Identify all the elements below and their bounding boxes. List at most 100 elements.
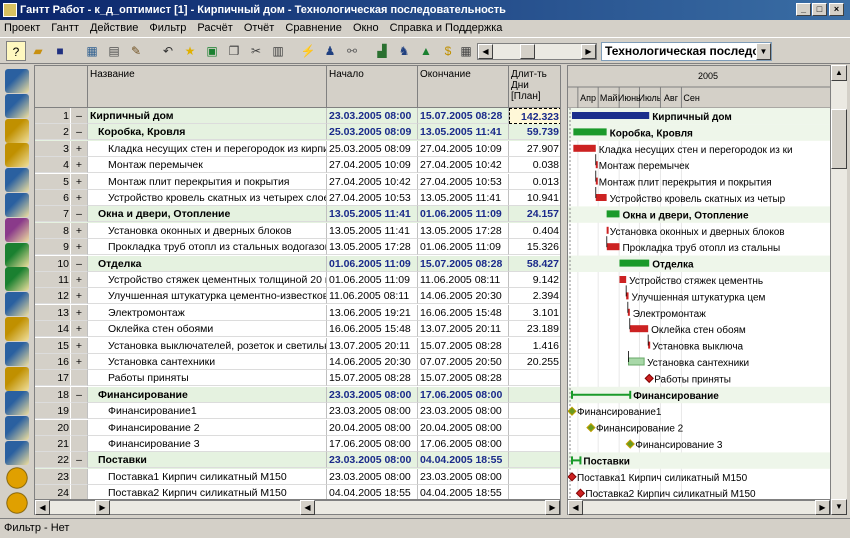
- table-row[interactable]: 4 + Монтаж перемычек 27.04.2005 10:09 27.04.…: [35, 157, 560, 174]
- search-resource-icon[interactable]: [5, 341, 29, 366]
- scroll-right-icon[interactable]: ▶: [95, 500, 110, 515]
- scroll-left-icon[interactable]: ◀: [300, 500, 315, 515]
- scroll-right-icon[interactable]: ▶: [581, 44, 596, 59]
- column-header-name[interactable]: Название: [88, 66, 327, 108]
- table-row[interactable]: 3 + Кладка несущих стен и перегородок из к…: [35, 140, 560, 157]
- row-expander[interactable]: +: [70, 222, 88, 239]
- scroll-left-icon[interactable]: ◀: [568, 500, 583, 515]
- table-row[interactable]: 5 + Монтаж плит перекрытия и покрытия 27.04…: [35, 173, 560, 190]
- row-expander[interactable]: [70, 436, 88, 452]
- unlink-icon[interactable]: ⚯: [342, 41, 362, 61]
- scroll-left-icon[interactable]: ◀: [35, 500, 50, 515]
- resource-tree-icon[interactable]: [5, 93, 29, 118]
- menu-compare[interactable]: Сравнение: [281, 20, 346, 37]
- save-icon[interactable]: ■: [50, 41, 70, 61]
- table-row[interactable]: 7– Окна и двери, Отопление 13.05.2005 11:4…: [35, 206, 560, 223]
- copy-icon[interactable]: ❐: [224, 41, 244, 61]
- print-icon[interactable]: ▤: [104, 41, 124, 61]
- row-expander[interactable]: –: [70, 386, 88, 403]
- people-icon[interactable]: [5, 168, 29, 193]
- table-row[interactable]: 6 + Устройство кровель скатных из четырех …: [35, 190, 560, 206]
- table-row[interactable]: 19 Финансирование1 23.03.2005 08:00 23.03.2…: [35, 403, 560, 420]
- gantt-horizontal-scrollbar[interactable]: ◀ ▶: [567, 500, 831, 515]
- layers-icon[interactable]: [5, 317, 29, 341]
- gantt-view-icon[interactable]: [5, 69, 29, 93]
- row-expander[interactable]: +: [70, 337, 88, 354]
- row-expander[interactable]: +: [70, 272, 88, 288]
- menu-window[interactable]: Окно: [349, 20, 383, 37]
- row-expander[interactable]: –: [70, 452, 88, 469]
- row-expander[interactable]: +: [70, 173, 88, 190]
- row-expander[interactable]: +: [70, 140, 88, 157]
- menu-action[interactable]: Действие: [86, 20, 142, 37]
- scroll-thumb[interactable]: [520, 44, 535, 59]
- resource-icon[interactable]: ♟: [320, 41, 340, 61]
- row-expander[interactable]: –: [70, 124, 88, 141]
- view-select[interactable]: Технологическая последо ▼: [601, 42, 772, 61]
- task-edit-icon[interactable]: [5, 118, 29, 143]
- table-row[interactable]: 22– Поставки 23.03.2005 08:00 04.04.2005 18…: [35, 452, 560, 469]
- row-expander[interactable]: +: [70, 354, 88, 370]
- row-expander[interactable]: [70, 419, 88, 436]
- vertical-scrollbar[interactable]: ▲ ▼: [831, 65, 847, 515]
- row-expander[interactable]: –: [70, 206, 88, 223]
- paste-icon[interactable]: ▥: [268, 41, 288, 61]
- row-expander[interactable]: –: [70, 255, 88, 272]
- key-icon[interactable]: [5, 366, 29, 391]
- table-row[interactable]: 8 + Установка оконных и дверных блоков 13.0…: [35, 222, 560, 239]
- row-expander[interactable]: +: [70, 304, 88, 321]
- table-row[interactable]: 18– Финансирование 23.03.2005 08:00 17.06.2…: [35, 386, 560, 404]
- table-row[interactable]: 15 + Установка выключателей, розеток и све…: [35, 337, 560, 354]
- row-expander[interactable]: [70, 468, 88, 485]
- chart-icon[interactable]: ▟: [372, 41, 392, 61]
- column-header-duration[interactable]: Длит-ть Дни [План]: [509, 66, 560, 108]
- menu-calculate[interactable]: Расчёт: [193, 20, 236, 37]
- table-row[interactable]: 16 + Установка сантехники 14.06.2005 20:30 0…: [35, 354, 560, 370]
- mountain-icon[interactable]: ▲: [416, 41, 436, 61]
- table-row[interactable]: 10– Отделка 01.06.2005 11:09 15.07.2005 08:…: [35, 255, 560, 272]
- table-row[interactable]: 9 + Прокладка труб отопл из стальных водог…: [35, 239, 560, 256]
- close-button[interactable]: ×: [829, 3, 844, 16]
- transfer-icon[interactable]: [5, 391, 29, 416]
- undo-icon[interactable]: ↶: [158, 41, 178, 61]
- table-row[interactable]: 1– Кирпичный дом 23.03.2005 08:00 15.07.200…: [35, 108, 560, 125]
- open-folder-icon[interactable]: ▰: [28, 41, 48, 61]
- row-expander[interactable]: +: [70, 239, 88, 256]
- column-header-start[interactable]: Начало: [327, 66, 418, 108]
- resource-edit-icon[interactable]: [5, 217, 29, 242]
- settings-icon[interactable]: [5, 416, 29, 441]
- person-icon[interactable]: [5, 465, 29, 490]
- tools-icon[interactable]: ✎: [126, 41, 146, 61]
- table-icon[interactable]: ▦: [456, 41, 476, 61]
- report-icon[interactable]: [5, 292, 29, 317]
- table-row[interactable]: 21 Финансирование 3 17.06.2005 08:00 17.06.…: [35, 436, 560, 452]
- table-row[interactable]: 11 + Устройство стяжек цементных толщиной …: [35, 272, 560, 288]
- table-row[interactable]: 20 Финансирование 2 20.04.2005 08:00 20.04.…: [35, 419, 560, 436]
- scroll-thumb[interactable]: [831, 109, 847, 169]
- cut-icon[interactable]: ✂: [246, 41, 266, 61]
- menu-filter[interactable]: Фильтр: [145, 20, 190, 37]
- link-tasks-icon[interactable]: ⚡: [298, 41, 318, 61]
- menu-help[interactable]: Справка и Поддержка: [386, 20, 507, 37]
- chevron-down-icon[interactable]: ▼: [756, 43, 771, 60]
- resource-info-icon[interactable]: [5, 441, 29, 465]
- cost-table-icon[interactable]: [5, 242, 29, 267]
- scroll-right-icon[interactable]: ▶: [815, 500, 830, 515]
- row-expander[interactable]: [70, 485, 88, 499]
- table-row[interactable]: 12 + Улучшенная штукатурка цементно-извест…: [35, 288, 560, 305]
- scroll-up-icon[interactable]: ▲: [831, 65, 847, 81]
- dollar-icon[interactable]: [5, 490, 29, 515]
- cost-icon[interactable]: $: [438, 41, 458, 61]
- column-header-end[interactable]: Окончание: [418, 66, 509, 108]
- table-row[interactable]: 17 Работы приняты 15.07.2005 08:28 15.07.20…: [35, 370, 560, 387]
- maximize-button[interactable]: □: [812, 3, 827, 16]
- scroll-left-icon[interactable]: ◀: [478, 44, 493, 59]
- table-row[interactable]: 2– Коробка, Кровля 25.03.2005 08:09 13.05.2…: [35, 124, 560, 141]
- row-expander[interactable]: +: [70, 157, 88, 174]
- scroll-right-icon[interactable]: ▶: [545, 500, 560, 515]
- team-icon[interactable]: [5, 193, 29, 217]
- row-expander[interactable]: –: [70, 108, 88, 124]
- row-expander[interactable]: +: [70, 288, 88, 305]
- minimize-button[interactable]: _: [796, 3, 811, 16]
- help-icon[interactable]: ?: [6, 41, 26, 61]
